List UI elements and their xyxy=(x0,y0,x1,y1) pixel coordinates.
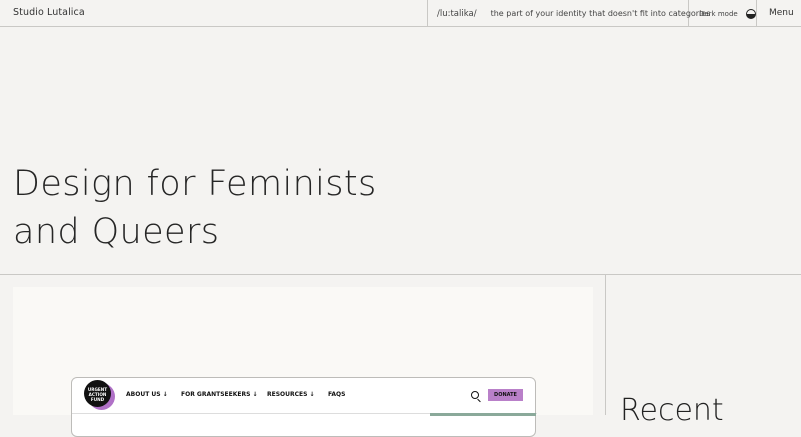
mockup-nav-item: RESOURCES ↓ xyxy=(267,391,315,398)
menu-button[interactable]: Menu xyxy=(769,8,794,18)
pronunciation-block: /lu:talika/ the part of your identity th… xyxy=(427,0,710,27)
website-mockup: URGENT ACTION FUND ABOUT US ↓ FOR GRANTS… xyxy=(71,377,537,437)
search-icon xyxy=(471,391,479,399)
top-bar: Studio Lutalica /lu:talika/ the part of … xyxy=(0,0,801,27)
mockup-nav-item: ABOUT US ↓ xyxy=(126,391,168,398)
column-divider xyxy=(605,274,606,415)
hero-line-2: and Queers xyxy=(13,212,220,252)
hero-line-1: Design for Feminists xyxy=(13,164,377,204)
mockup-logo: URGENT ACTION FUND xyxy=(84,380,111,407)
hero-heading: Design for Feminists and Queers xyxy=(13,160,377,256)
mockup-donate-button: DONATE xyxy=(488,389,523,401)
definition-text: the part of your identity that doesn't f… xyxy=(490,9,711,18)
half-circle-icon xyxy=(745,8,756,19)
mockup-nav-item: FAQS xyxy=(328,391,346,398)
mockup-nav-item: FOR GRANTSEEKERS ↓ xyxy=(181,391,258,398)
dark-mode-label: Dark mode xyxy=(699,9,738,18)
section-divider xyxy=(0,274,801,275)
pronunciation-text: /lu:talika/ xyxy=(437,8,477,19)
recent-heading: Recent xyxy=(620,393,724,428)
brand-link[interactable]: Studio Lutalica xyxy=(13,7,85,18)
dark-mode-toggle[interactable]: Dark mode xyxy=(689,0,757,27)
